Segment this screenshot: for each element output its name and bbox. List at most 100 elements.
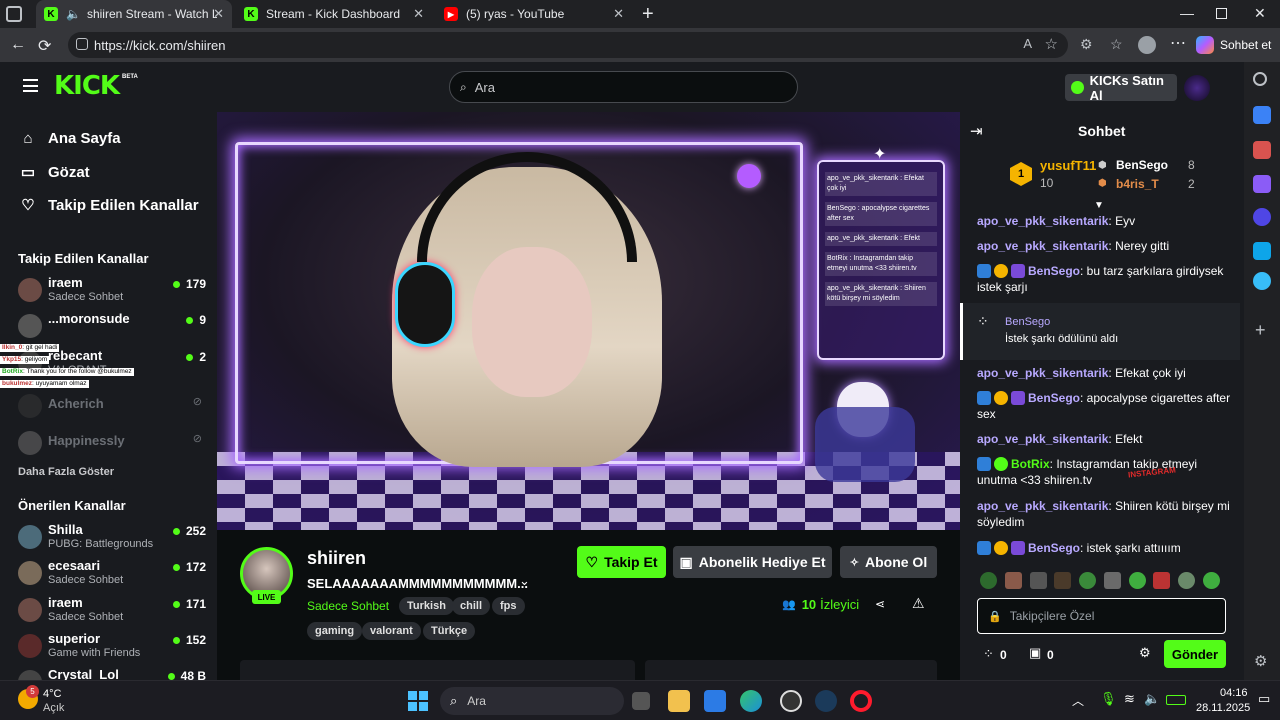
tag-turkce[interactable]: Türkçe [423, 622, 476, 640]
collapse-chat-icon[interactable]: ⇥ [970, 122, 983, 140]
task-view-icon[interactable] [632, 692, 650, 710]
chat-user[interactable]: BenSego [1028, 391, 1080, 405]
file-explorer-icon[interactable] [668, 690, 690, 712]
followed-channel-moronsude[interactable]: ...moronsude 9 [18, 311, 208, 343]
clock-date[interactable]: 28.11.2025 [1196, 702, 1250, 714]
emote-icon[interactable] [1079, 572, 1097, 589]
site-info-icon[interactable] [76, 38, 88, 50]
notification-icon[interactable]: ▭ [1258, 691, 1270, 707]
chat-user[interactable]: apo_ve_pkk_sikentarik [977, 239, 1108, 253]
recording-app-icon[interactable] [780, 690, 802, 712]
more-menu-icon[interactable]: ⋯ [1170, 33, 1186, 53]
new-tab-button[interactable]: + [642, 3, 654, 26]
bing-icon[interactable] [1253, 208, 1271, 226]
tag-chill[interactable]: chill [452, 597, 491, 615]
store-icon[interactable] [704, 690, 726, 712]
wifi-icon[interactable]: ≋ [1124, 691, 1135, 707]
tag-icon[interactable] [1253, 106, 1271, 124]
close-icon[interactable]: ✕ [613, 6, 624, 22]
emote-icon[interactable] [980, 572, 997, 589]
chat-user[interactable]: apo_ve_pkk_sikentarik [977, 214, 1108, 228]
start-button[interactable] [408, 691, 428, 711]
emote-icon[interactable] [1128, 572, 1146, 589]
speaker-icon[interactable]: 🔈 [66, 7, 81, 21]
nav-browse[interactable]: ▭ Gözat [20, 163, 90, 182]
search-box[interactable]: ⌕ Ara [449, 71, 798, 103]
recommended-channel-crystal[interactable]: Crystal_Lol 48 B [18, 667, 208, 680]
reward-user[interactable]: BenSego [1005, 316, 1050, 328]
followed-channel-acherich[interactable]: Acherich ⊘ [18, 391, 208, 423]
tab-youtube[interactable]: ▶ (5) ryas - YouTube ✕ [436, 0, 632, 28]
gift-sub-button[interactable]: ▣ Abonelik Hediye Et [673, 546, 832, 578]
chat-input[interactable]: 🔒 Takipçilere Özel [977, 598, 1226, 634]
emote-icon[interactable] [1103, 572, 1121, 589]
kick-logo[interactable]: KICK [54, 71, 120, 101]
tray-chevron-icon[interactable]: ︿ [1072, 692, 1084, 709]
channel-name[interactable]: shiiren [307, 548, 366, 569]
telegram-icon[interactable] [1253, 272, 1271, 290]
user-avatar[interactable] [1184, 75, 1210, 101]
battery-icon[interactable] [1166, 695, 1186, 705]
outlook-icon[interactable] [1253, 242, 1271, 260]
edge-icon[interactable] [740, 690, 762, 712]
minimize-button[interactable]: — [1180, 5, 1194, 21]
settings-icon[interactable]: ⚙ [1254, 652, 1267, 670]
tag-valorant[interactable]: valorant [362, 622, 421, 640]
emote-icon[interactable] [1054, 572, 1072, 589]
chat-user[interactable]: apo_ve_pkk_sikentarik [977, 499, 1108, 513]
back-icon[interactable]: ← [10, 36, 26, 54]
recommended-channel-shilla[interactable]: Shilla PUBG: Battlegrounds 252 [18, 522, 208, 554]
tag-gaming[interactable]: gaming [307, 622, 363, 640]
add-icon[interactable]: + [1255, 320, 1266, 341]
close-icon[interactable]: ✕ [413, 6, 424, 22]
tag-fps[interactable]: fps [492, 597, 525, 615]
steam-icon[interactable] [815, 690, 837, 712]
chevron-down-icon[interactable]: ▼ [1094, 200, 1104, 211]
emote-icon[interactable] [1004, 572, 1022, 589]
close-icon[interactable]: ✕ [213, 6, 224, 22]
followed-channel-happinessly[interactable]: Happinessly ⊘ [18, 428, 208, 460]
copilot-button[interactable]: Sohbet et [1196, 33, 1271, 57]
chat-user[interactable]: BotRix [1011, 457, 1050, 471]
points-icon[interactable]: ⁘ [983, 646, 994, 662]
address-bar[interactable]: https://kick.com/shiiren A ☆ [68, 32, 1068, 58]
chat-user[interactable]: BenSego [1028, 541, 1080, 555]
share-icon[interactable]: ⋖ [875, 597, 885, 611]
tab-kick-dashboard[interactable]: K Stream - Kick Dashboard ✕ [236, 0, 432, 28]
favorite-star-icon[interactable]: ☆ [1045, 35, 1058, 53]
favorites-icon[interactable]: ☆ [1110, 36, 1123, 53]
emote-icon[interactable] [1029, 572, 1047, 589]
stream-category[interactable]: Sadece Sohbet [307, 599, 389, 613]
refresh-icon[interactable]: ⟳ [38, 36, 51, 56]
mic-icon[interactable]: 🎙 [1100, 691, 1117, 707]
tab-shiiren-stream[interactable]: K 🔈 shiiren Stream - Watch Live o ✕ [36, 0, 232, 28]
maximize-button[interactable] [1216, 8, 1227, 19]
tab-actions-icon[interactable] [6, 6, 22, 22]
buy-kicks-button[interactable]: KICKs Satın Al [1065, 73, 1177, 103]
follow-button[interactable]: ♡ Takip Et [577, 546, 666, 578]
opera-icon[interactable] [850, 690, 872, 712]
tag-turkish[interactable]: Turkish [399, 597, 454, 615]
chat-user[interactable]: apo_ve_pkk_sikentarik [977, 432, 1108, 446]
search-icon[interactable] [1253, 72, 1267, 86]
followed-channel-iraem[interactable]: iraem Sadece Sohbet 179 [18, 275, 208, 307]
chevron-down-icon[interactable]: ⌄ [519, 573, 530, 589]
chat-settings-icon[interactable]: ⚙ [1139, 645, 1151, 661]
emote-icon[interactable] [1153, 572, 1171, 589]
clock-time[interactable]: 04:16 [1220, 687, 1248, 699]
chat-user[interactable]: apo_ve_pkk_sikentarik [977, 366, 1108, 380]
weather-widget[interactable]: 5 4°C Açık [18, 685, 128, 717]
gift-icon[interactable]: ▣ [1029, 645, 1041, 661]
toolbox-icon[interactable] [1253, 141, 1271, 159]
extensions-icon[interactable]: ⚙ [1080, 36, 1093, 53]
close-window-button[interactable]: ✕ [1254, 5, 1266, 22]
emote-icon[interactable] [1202, 572, 1220, 589]
video-player[interactable]: apo_ve_pkk_sikentarik : Efekat çok iyi B… [217, 112, 960, 530]
chat-user[interactable]: BenSego [1028, 264, 1080, 278]
nav-home[interactable]: ⌂ Ana Sayfa [20, 130, 120, 147]
volume-icon[interactable]: 🔈 [1144, 691, 1160, 707]
show-more-link[interactable]: Daha Fazla Göster [18, 466, 114, 478]
profile-avatar[interactable] [1138, 36, 1156, 54]
emote-icon[interactable] [1178, 572, 1196, 589]
subscribe-button[interactable]: ✧ Abone Ol [840, 546, 937, 578]
